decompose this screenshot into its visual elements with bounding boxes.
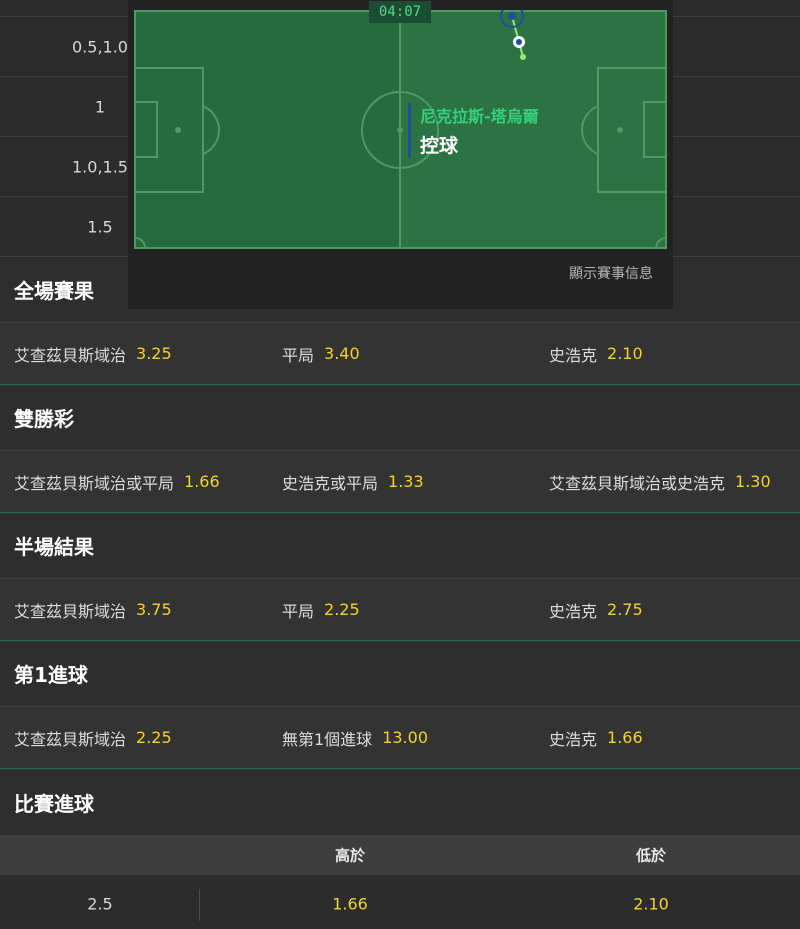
outcome-price: 2.10 [607,344,643,363]
outcome-name: 史浩克 [549,345,598,365]
outcome-button[interactable]: 無第1個進球 13.00 [282,726,428,750]
market-row-full-time: 艾查茲貝斯域治 3.25 平局 3.40 史浩克 2.10 [0,323,800,385]
outcome-button[interactable]: 史浩克 2.10 [549,342,643,366]
under-price-button[interactable]: 2.10 [633,895,669,914]
outcome-name: 史浩克或平局 [282,473,379,493]
market-title-half-time: 半場結果 [0,513,800,579]
outcome-name: 艾查茲貝斯域治 [14,729,127,749]
possession-team: 尼克拉斯-塔烏爾 [420,107,539,126]
divider [199,889,200,921]
totals-row: 2.5 1.66 2.10 [0,875,800,929]
market-title-double-chance: 雙勝彩 [0,385,800,451]
football-pitch [134,10,667,249]
outcome-price: 1.66 [184,472,220,491]
under-header: 低於 [635,846,667,865]
outcome-button[interactable]: 史浩克 1.66 [549,726,643,750]
over-price-button[interactable]: 1.66 [332,895,368,914]
outcome-price: 3.25 [136,344,172,363]
match-timer: 04:07 [369,1,431,23]
outcome-price: 13.00 [382,728,428,747]
match-visualiser: 04:07 尼克拉斯-塔烏爾 控球 顯示賽事信息 [128,0,673,309]
outcome-button[interactable]: 艾查茲貝斯域治或平局 1.66 [14,470,220,494]
outcome-price: 1.33 [388,472,424,491]
outcome-price: 2.25 [136,728,172,747]
totals-line: 2.5 [87,894,113,914]
market-row-half-time: 艾查茲貝斯域治 3.75 平局 2.25 史浩克 2.75 [0,579,800,641]
outcome-button[interactable]: 艾查茲貝斯域治 3.25 [14,342,172,366]
outcome-price: 3.40 [324,344,360,363]
outcome-name: 無第1個進球 [282,729,373,749]
outcome-price: 3.75 [136,600,172,619]
outcome-name: 艾查茲貝斯域治或平局 [14,473,175,493]
outcome-button[interactable]: 平局 2.25 [282,598,360,622]
show-match-info-link[interactable]: 顯示賽事信息 [569,263,653,283]
outcome-button[interactable]: 平局 3.40 [282,342,360,366]
outcome-button[interactable]: 艾查茲貝斯域治 3.75 [14,598,172,622]
outcome-name: 史浩克 [549,729,598,749]
outcome-name: 平局 [282,345,315,365]
market-title-first-goal: 第1進球 [0,641,800,707]
outcome-button[interactable]: 艾查茲貝斯域治 2.25 [14,726,172,750]
market-row-first-goal: 艾查茲貝斯域治 2.25 無第1個進球 13.00 史浩克 1.66 [0,707,800,769]
outcome-button[interactable]: 艾查茲貝斯域治或史浩克 1.30 [549,470,771,494]
outcome-name: 艾查茲貝斯域治 [14,345,127,365]
outcome-price: 2.75 [607,600,643,619]
possession-state: 控球 [420,135,459,157]
outcome-name: 艾查茲貝斯域治或史浩克 [549,473,726,493]
outcome-button[interactable]: 史浩克或平局 1.33 [282,470,424,494]
outcome-name: 史浩克 [549,601,598,621]
market-title-total-goals: 比賽進球 [0,769,800,835]
outcome-button[interactable]: 史浩克 2.75 [549,598,643,622]
over-header: 高於 [334,846,366,865]
possession-indicator: 尼克拉斯-塔烏爾 控球 [408,103,539,158]
outcome-price: 2.25 [324,600,360,619]
market-row-double-chance: 艾查茲貝斯域治或平局 1.66 史浩克或平局 1.33 艾查茲貝斯域治或史浩克 1.3… [0,451,800,513]
outcome-price: 1.66 [607,728,643,747]
totals-header: 高於 低於 [0,835,800,875]
outcome-price: 1.30 [735,472,771,491]
outcome-name: 艾查茲貝斯域治 [14,601,127,621]
outcome-name: 平局 [282,601,315,621]
